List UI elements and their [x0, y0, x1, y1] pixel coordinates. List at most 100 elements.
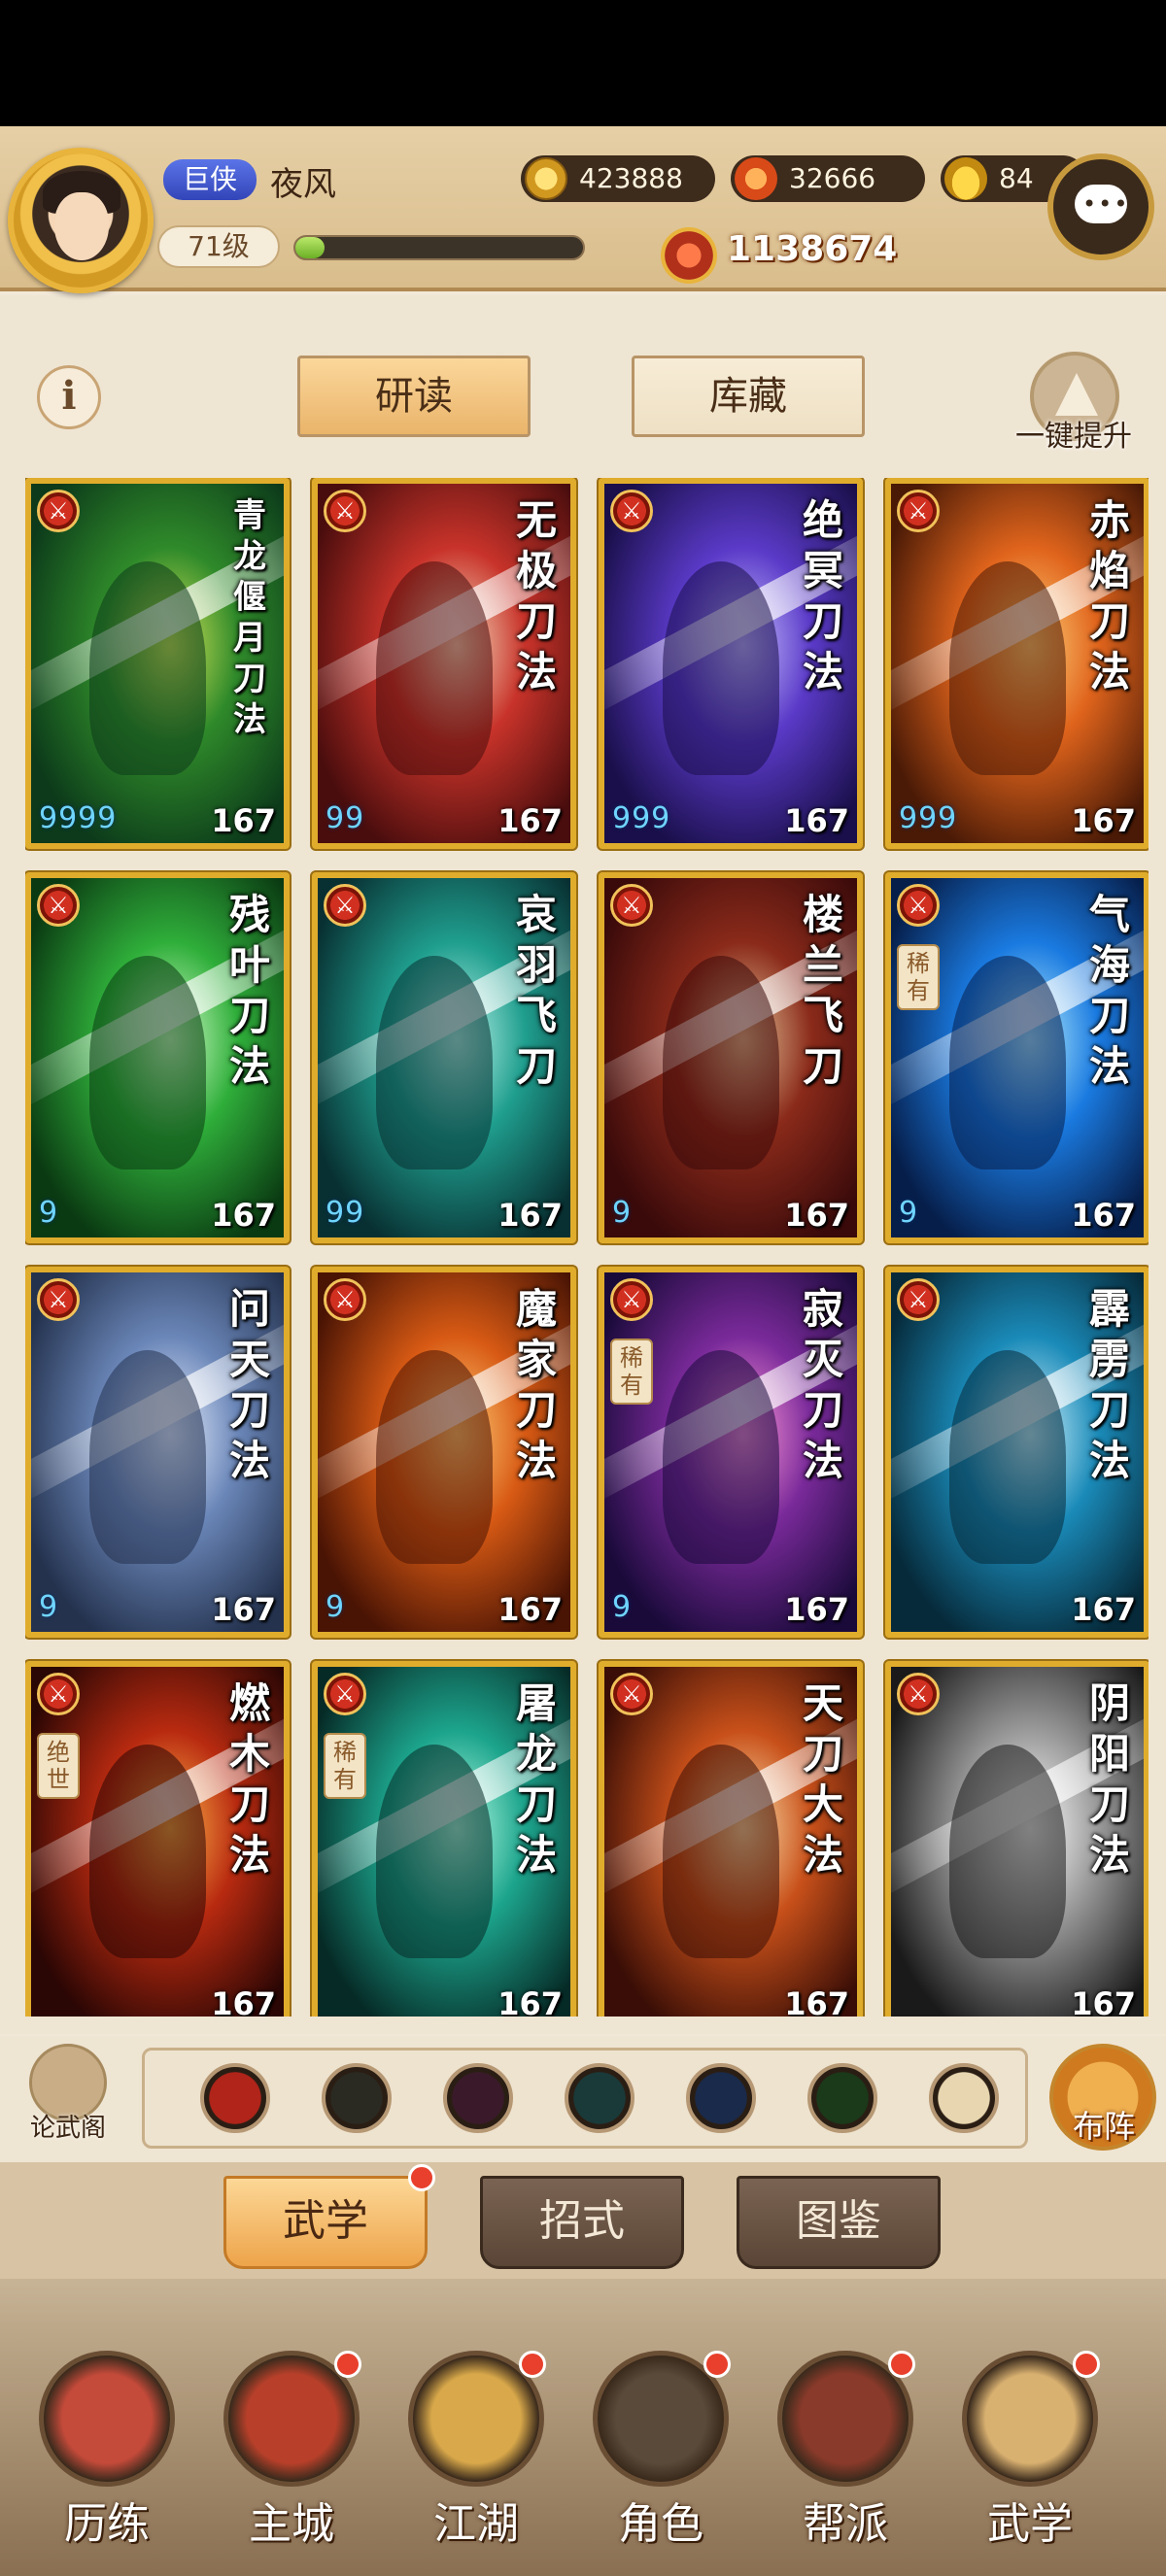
card-level: 167 — [497, 1985, 563, 2017]
character-figure — [663, 561, 779, 775]
blade-emblem-icon: ⚔ — [37, 1278, 80, 1321]
skill-card[interactable]: ⚔ 稀有 气海刀法 9 167 — [885, 872, 1149, 1243]
character-figure — [89, 956, 206, 1169]
player-avatar[interactable] — [8, 148, 154, 293]
card-level: 167 — [1071, 1197, 1136, 1234]
character-figure — [949, 561, 1066, 775]
card-title: 无极刀法 — [515, 496, 557, 695]
flame-icon — [735, 157, 777, 200]
notification-dot — [519, 2351, 546, 2378]
xp-fill — [295, 237, 325, 258]
skill-card[interactable]: ⚔ 稀有 寂灭刀法 9 167 — [599, 1267, 863, 1638]
character-figure — [89, 1350, 206, 1564]
combat-power-icon — [661, 227, 717, 284]
nav-item[interactable]: 历练 — [29, 2351, 185, 2564]
skill-card[interactable]: ⚔ 魔家刀法 9 167 — [312, 1267, 576, 1638]
martial-pavilion-label: 论武阁 — [29, 2114, 106, 2143]
star-dots: 999 — [612, 801, 671, 835]
nav-item[interactable]: 帮派 — [768, 2351, 923, 2564]
skill-card[interactable]: ⚔ 天刀大法 167 — [599, 1661, 863, 2017]
formation-slot[interactable] — [200, 2063, 270, 2133]
nav-label: 帮派 — [803, 2499, 888, 2549]
character-figure — [376, 561, 493, 775]
formation-slot[interactable] — [929, 2063, 999, 2133]
subtab-atlas[interactable]: 图鉴 — [737, 2176, 941, 2269]
nav-item[interactable]: 角色 — [583, 2351, 738, 2564]
card-title: 阴阳刀法 — [1088, 1679, 1130, 1879]
skill-card[interactable]: ⚔ 阴阳刀法 167 — [885, 1661, 1149, 2017]
subtab-moves[interactable]: 招式 — [480, 2176, 684, 2269]
card-level: 167 — [784, 1197, 849, 1234]
rarity-tag: 稀有 — [897, 944, 940, 1010]
nav-label: 武学 — [987, 2499, 1073, 2549]
combat-power-value: 1138674 — [727, 229, 898, 269]
copper-resource[interactable]: 423888 — [521, 155, 715, 202]
rarity-tag: 绝世 — [37, 1733, 80, 1799]
notification-dot — [334, 2351, 361, 2378]
character-figure — [663, 1745, 779, 1958]
xp-bar — [293, 235, 585, 260]
card-title: 哀羽飞刀 — [515, 891, 557, 1090]
star-dots: 9 — [39, 1196, 59, 1230]
character-figure — [376, 1350, 493, 1564]
skill-card[interactable]: ⚔ 残叶刀法 9 167 — [25, 872, 290, 1243]
blade-emblem-icon: ⚔ — [37, 490, 80, 532]
card-level: 167 — [1071, 802, 1136, 839]
copper-amount: 423888 — [579, 162, 683, 194]
blade-emblem-icon: ⚔ — [897, 1673, 940, 1715]
blade-emblem-icon: ⚔ — [324, 1673, 366, 1715]
chat-button[interactable]: ••• — [1047, 153, 1154, 260]
upgrade-all-button[interactable]: 一键提升 — [1001, 352, 1147, 458]
upgrade-all-label: 一键提升 — [1015, 420, 1132, 454]
character-figure — [949, 956, 1066, 1169]
card-title: 魔家刀法 — [515, 1285, 557, 1484]
star-dots: 999 — [899, 801, 958, 835]
formation-slot[interactable] — [807, 2063, 877, 2133]
status-bar — [0, 0, 1166, 126]
skill-card[interactable]: ⚔ 赤焰刀法 999 167 — [885, 478, 1149, 849]
skill-card[interactable]: ⚔ 绝世 燃木刀法 167 — [25, 1661, 290, 2017]
card-level: 167 — [211, 1985, 276, 2017]
star-dots: 9 — [612, 1196, 633, 1230]
formation-slot[interactable] — [322, 2063, 392, 2133]
formation-label: 布阵 — [1072, 2108, 1135, 2145]
notification-dot — [888, 2351, 915, 2378]
ingot-icon — [944, 157, 987, 200]
skill-card[interactable]: ⚔ 问天刀法 9 167 — [25, 1267, 290, 1638]
skill-card[interactable]: ⚔ 霹雳刀法 167 — [885, 1267, 1149, 1638]
skill-card[interactable]: ⚔ 楼兰飞刀 9 167 — [599, 872, 863, 1243]
nav-item[interactable]: 武学 — [952, 2351, 1108, 2564]
info-button[interactable]: i — [37, 365, 101, 429]
tab-study[interactable]: 研读 — [297, 356, 531, 437]
skill-card[interactable]: ⚔ 哀羽飞刀 99 167 — [312, 872, 576, 1243]
formation-slot[interactable] — [686, 2063, 756, 2133]
character-figure — [663, 1350, 779, 1564]
formation-slot[interactable] — [565, 2063, 634, 2133]
card-level: 167 — [497, 802, 563, 839]
tab-storage[interactable]: 库藏 — [632, 356, 865, 437]
nav-item[interactable]: 江湖 — [398, 2351, 554, 2564]
character-figure — [949, 1745, 1066, 1958]
skill-card[interactable]: ⚔ 稀有 屠龙刀法 167 — [312, 1661, 576, 2017]
card-level: 167 — [1071, 1591, 1136, 1628]
subtab-martial[interactable]: 武学 — [223, 2176, 428, 2269]
character-figure — [949, 1350, 1066, 1564]
flame-resource[interactable]: 32666 — [731, 155, 925, 202]
star-dots: 9 — [39, 1590, 59, 1624]
card-title: 寂灭刀法 — [802, 1285, 843, 1484]
formation-slot[interactable] — [443, 2063, 513, 2133]
character-figure — [89, 1745, 206, 1958]
skill-card[interactable]: ⚔ 青龙偃月刀法 9999 167 — [25, 478, 290, 849]
formation-button[interactable]: 布阵 — [1049, 2044, 1156, 2151]
skill-card[interactable]: ⚔ 绝冥刀法 999 167 — [599, 478, 863, 849]
star-dots: 9999 — [39, 801, 118, 835]
character-figure — [376, 956, 493, 1169]
blade-emblem-icon: ⚔ — [610, 1278, 653, 1321]
blade-emblem-icon: ⚔ — [37, 884, 80, 927]
card-title: 残叶刀法 — [228, 891, 270, 1090]
nav-item[interactable]: 主城 — [214, 2351, 369, 2564]
martial-pavilion-button[interactable]: 论武阁 — [19, 2044, 117, 2151]
card-title: 楼兰飞刀 — [802, 891, 843, 1090]
nav-label: 江湖 — [433, 2499, 519, 2549]
skill-card[interactable]: ⚔ 无极刀法 99 167 — [312, 478, 576, 849]
